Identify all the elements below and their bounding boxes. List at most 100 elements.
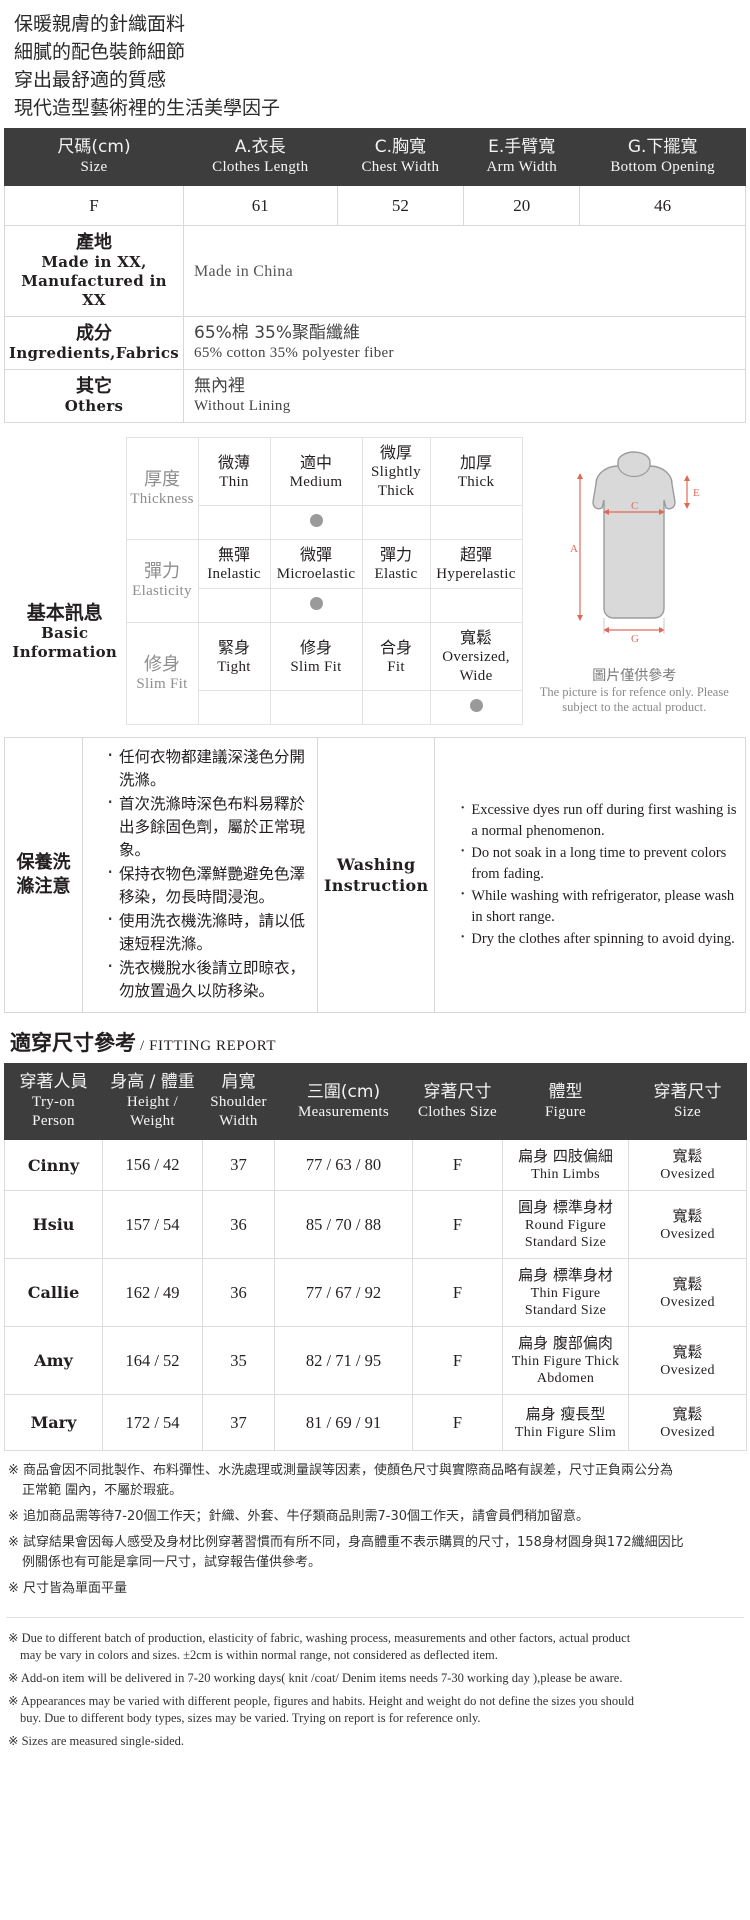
size-header-chest-width: C.胸寬 Chest Width [336,128,465,186]
opt-en: Microelastic [276,566,356,582]
list-item: While washing with refrigerator, please … [459,884,739,928]
washing-list-en: Excessive dyes run off during first wash… [441,798,739,950]
row-value-others: 無內裡 Without Lining [183,369,746,423]
figure-cn: 扁身 腹部偏肉 [518,1334,613,1352]
opt-en: Oversized, Wide [442,649,510,684]
thickness-dot-thick [429,505,523,540]
opt-en: Slim Fit [290,658,342,675]
attr-cn: 修身 [144,653,180,675]
header-en: Measurements [297,1103,390,1120]
note-main: ※ 試穿結果會因每人感受及身材比例穿著習慣而有所不同，身高體重不表示購買的尺寸，… [8,1535,684,1550]
header-en: Height / Weight [126,1094,179,1129]
value-cn: 65%棉 35%聚酯纖維 [194,323,360,343]
fitting-title-en: / FITTING REPORT [140,1038,277,1054]
elasticity-dot-microelastic [269,588,363,623]
table-row-others: 其它 Others 無內裡 Without Lining [3,369,746,423]
fit-wear-size: 寬鬆 Ovesized [628,1190,747,1259]
washing-instruction-table: 保養洗滌注意 任何衣物都建議深淺色分開洗滌。 首次洗滌時深色布料易釋於出多餘固色… [4,737,746,1013]
size-header-bottom-opening: G.下擺寬 Bottom Opening [579,128,746,186]
value-en: Without Lining [194,398,291,414]
washing-label-en-text: Washing Instruction [324,855,429,895]
figure-cn: 扁身 標準身材 [518,1266,613,1284]
note-main: ※ 尺寸皆為單面平量 [8,1581,128,1596]
row-value-fabric: 65%棉 35%聚酯纖維 65% cotton 35% polyester fi… [183,316,746,370]
fitting-report-title: 適穿尺寸參考 / FITTING REPORT [0,1013,750,1063]
thickness-dot-slightly-thick [361,505,431,540]
wear-en: Ovesized [660,1167,715,1182]
note-item: ※ Due to different batch of production, … [8,1630,742,1664]
wear-cn: 寬鬆 [672,1206,703,1225]
label-en: Ingredients,Fabrics [9,344,180,362]
opt-cn: 微彈 [299,545,332,564]
row-label-others: 其它 Others [3,369,185,423]
header-cn: 身高 / 體重 [110,1072,195,1092]
note-main: ※ Due to different batch of production, … [8,1631,631,1645]
illustration-caption-en: The picture is for refence only. Please … [539,684,729,714]
attr-label-elasticity: 彈力 Elasticity [125,539,199,623]
slimfit-option-oversized: 寬鬆 Oversized, Wide [429,622,523,691]
washing-label-cn: 保養洗滌注意 [4,737,83,1013]
note-cont: buy. Due to different body types, sizes … [20,1711,481,1725]
basic-information-table: 厚度 Thickness 微薄 Thin 適中 Medium 微厚 Slight… [4,437,746,725]
opt-cn: 微厚 [379,443,412,462]
row-label-fabric: 成分 Ingredients,Fabrics [3,316,185,370]
fit-figure: 扁身 瘦長型 Thin Figure Slim [502,1394,629,1451]
header-cn: 尺碼(cm) [57,137,131,157]
header-cn: E.手臂寬 [488,137,556,157]
fit-height-weight: 157 / 54 [102,1190,203,1259]
header-en: Chest Width [361,159,440,175]
notes-divider [6,1617,744,1618]
fit-wear-size: 寬鬆 Ovesized [628,1394,747,1451]
fit-clothes-size: F [412,1326,503,1395]
note-main: ※ Add-on item will be delivered in 7-20 … [8,1671,623,1685]
elasticity-option-hyperelastic: 超彈 Hyperelastic [429,539,523,589]
elasticity-option-inelastic: 無彈 Inelastic [197,539,271,589]
list-item: Do not soak in a long time to prevent co… [459,841,739,885]
list-item: 首次洗滌時深色布料易釋於出多餘固色劑，屬於正常現象。 [107,791,311,862]
attr-label-thickness: 厚度 Thickness [125,437,199,540]
header-en: Size [673,1103,702,1120]
thickness-dot-medium [269,505,363,540]
fit-header-shoulder: 肩寬 Shoulder Width [202,1063,275,1140]
wear-cn: 寬鬆 [672,1274,703,1293]
fit-shoulder: 36 [202,1190,275,1259]
fit-measurements: 77 / 63 / 80 [274,1139,413,1191]
header-cn: 穿著尺寸 [653,1081,722,1102]
fit-person-name: Callie [4,1258,103,1327]
fit-wear-size: 寬鬆 Ovesized [628,1139,747,1191]
note-item: ※ Appearances may be varied with differe… [8,1693,742,1727]
fitting-report-table: 穿著人員 Try-on Person 身高 / 體重 Height / Weig… [4,1063,747,1451]
size-table-section: 尺碼(cm) Size A.衣長 Clothes Length C.胸寬 Che… [0,128,750,423]
note-main: ※ 商品會因不同批製作、布料彈性、水洗處理或測量誤等因素，使顏色尺寸與實際商品略… [8,1463,674,1478]
basic-information-section: 厚度 Thickness 微薄 Thin 適中 Medium 微厚 Slight… [0,423,750,725]
size-value-arm: 20 [463,185,581,226]
selected-dot [309,513,323,527]
fit-header-height-weight: 身高 / 體重 Height / Weight [102,1063,203,1140]
table-row: Hsiu 157 / 54 36 85 / 70 / 88 F 圓身 標準身材 … [4,1190,747,1259]
washing-items-cn: 任何衣物都建議深淺色分開洗滌。 首次洗滌時深色布料易釋於出多餘固色劑，屬於正常現… [82,737,318,1013]
fit-clothes-size: F [412,1139,503,1191]
label-cn: 產地 [76,232,112,253]
header-en: Figure [545,1103,586,1120]
size-header-clothes-length: A.衣長 Clothes Length [183,128,338,186]
intro-copy: 保暖親膚的針織面料 細膩的配色裝飾細節 穿出最舒適的質感 現代造型藝術裡的生活美… [0,0,750,128]
fit-shoulder: 35 [202,1326,275,1395]
illustration-caption-cn: 圖片僅供參考 [592,667,677,684]
size-header-arm-width: E.手臂寬 Arm Width [463,128,581,186]
fit-header-person: 穿著人員 Try-on Person [4,1063,103,1140]
fit-clothes-size: F [412,1190,503,1259]
tank-top-diagram-svg: A E C G [570,450,700,645]
opt-en: Tight [217,658,251,675]
intro-line-1: 保暖親膚的針織面料 [14,13,186,35]
note-item: ※ 試穿結果會因每人感受及身材比例穿著習慣而有所不同，身高體重不表示購買的尺寸，… [8,1533,742,1573]
header-cn: 肩寬 [221,1072,256,1092]
selected-dot [309,596,323,610]
elasticity-option-elastic: 彈力 Elastic [361,539,431,589]
note-item: ※ Add-on item will be delivered in 7-20 … [8,1670,742,1687]
fit-figure: 圓身 標準身材 Round Figure Standard Size [502,1190,629,1259]
label-en: Others [64,397,124,415]
table-row: Mary 172 / 54 37 81 / 69 / 91 F 扁身 瘦長型 T… [4,1394,747,1451]
note-cont: 正常範 圍內，不屬於瑕疵。 [22,1483,183,1498]
intro-line-2: 細膩的配色裝飾細節 [14,41,186,63]
elasticity-dot-elastic [361,588,431,623]
